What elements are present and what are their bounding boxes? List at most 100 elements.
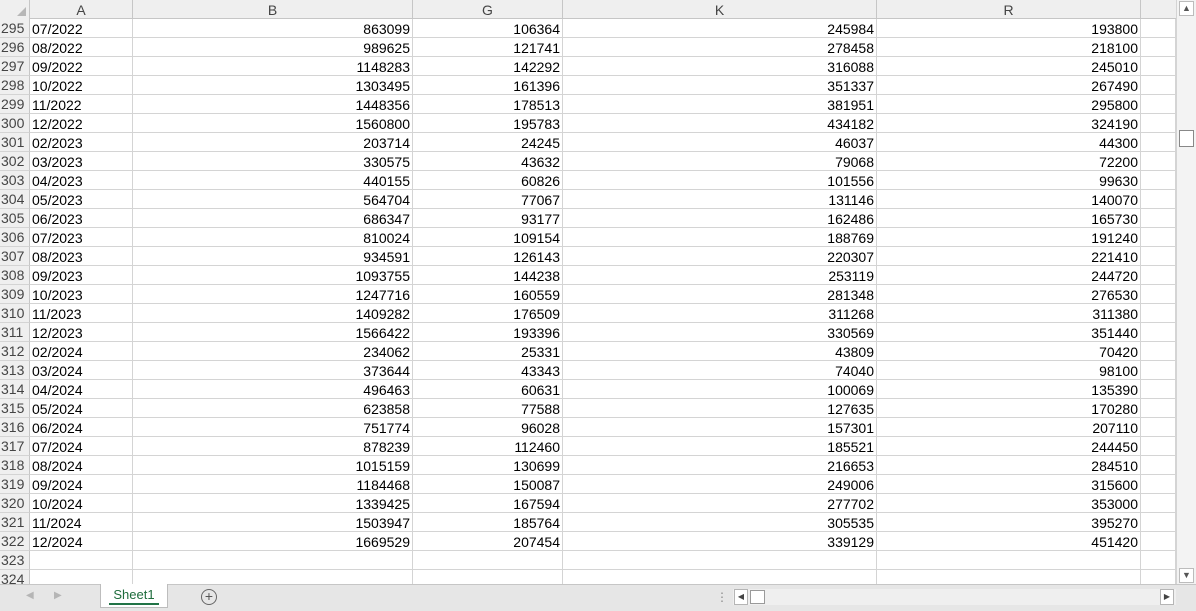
- cell-col-next[interactable]: [1141, 361, 1176, 380]
- cell-col-r[interactable]: 395270: [877, 513, 1141, 532]
- cell-col-r[interactable]: 245010: [877, 57, 1141, 76]
- cell-col-next[interactable]: [1141, 418, 1176, 437]
- cell-col-k[interactable]: 101556: [563, 171, 877, 190]
- cell-col-a[interactable]: 05/2023: [30, 190, 133, 209]
- row-header[interactable]: 315: [0, 399, 30, 418]
- cell-col-b[interactable]: 1093755: [133, 266, 413, 285]
- cell-col-a[interactable]: 12/2024: [30, 532, 133, 551]
- row-header[interactable]: 320: [0, 494, 30, 513]
- cell-col-r[interactable]: 244450: [877, 437, 1141, 456]
- cell-col-k[interactable]: [563, 551, 877, 570]
- cell-col-k[interactable]: 157301: [563, 418, 877, 437]
- cell-col-r[interactable]: 191240: [877, 228, 1141, 247]
- cell-col-g[interactable]: 185764: [413, 513, 563, 532]
- cell-col-a[interactable]: 09/2024: [30, 475, 133, 494]
- cell-col-r[interactable]: 295800: [877, 95, 1141, 114]
- cell-col-b[interactable]: 203714: [133, 133, 413, 152]
- cell-col-a[interactable]: 12/2023: [30, 323, 133, 342]
- row-header[interactable]: 308: [0, 266, 30, 285]
- cell-col-g[interactable]: 160559: [413, 285, 563, 304]
- cell-col-b[interactable]: 1448356: [133, 95, 413, 114]
- cell-col-g[interactable]: 77588: [413, 399, 563, 418]
- row-header[interactable]: 311: [0, 323, 30, 342]
- cell-col-a[interactable]: 10/2022: [30, 76, 133, 95]
- cell-col-b[interactable]: 1560800: [133, 114, 413, 133]
- cell-col-r[interactable]: 44300: [877, 133, 1141, 152]
- cell-col-k[interactable]: [563, 570, 877, 584]
- cell-col-b[interactable]: 373644: [133, 361, 413, 380]
- cell-col-a[interactable]: 02/2024: [30, 342, 133, 361]
- cell-col-g[interactable]: 96028: [413, 418, 563, 437]
- cell-col-next[interactable]: [1141, 152, 1176, 171]
- row-header[interactable]: 303: [0, 171, 30, 190]
- row-header[interactable]: 321: [0, 513, 30, 532]
- cell-col-r[interactable]: 207110: [877, 418, 1141, 437]
- cell-col-next[interactable]: [1141, 285, 1176, 304]
- cell-col-a[interactable]: 04/2024: [30, 380, 133, 399]
- cell-col-g[interactable]: 142292: [413, 57, 563, 76]
- cell-col-g[interactable]: 93177: [413, 209, 563, 228]
- cell-col-b[interactable]: [133, 551, 413, 570]
- cell-col-b[interactable]: 989625: [133, 38, 413, 57]
- row-header[interactable]: 301: [0, 133, 30, 152]
- cell-col-b[interactable]: 878239: [133, 437, 413, 456]
- cell-col-b[interactable]: 623858: [133, 399, 413, 418]
- row-header[interactable]: 318: [0, 456, 30, 475]
- cell-col-a[interactable]: 02/2023: [30, 133, 133, 152]
- cell-col-next[interactable]: [1141, 399, 1176, 418]
- cell-col-k[interactable]: 281348: [563, 285, 877, 304]
- column-header-next[interactable]: [1141, 0, 1176, 19]
- scroll-down-icon[interactable]: ▼: [1179, 568, 1194, 583]
- cell-col-k[interactable]: 185521: [563, 437, 877, 456]
- cell-col-a[interactable]: 07/2023: [30, 228, 133, 247]
- cell-col-k[interactable]: 43809: [563, 342, 877, 361]
- cell-col-g[interactable]: 121741: [413, 38, 563, 57]
- cell-col-k[interactable]: 316088: [563, 57, 877, 76]
- cell-col-b[interactable]: 1669529: [133, 532, 413, 551]
- cell-col-next[interactable]: [1141, 76, 1176, 95]
- cell-col-a[interactable]: 09/2022: [30, 57, 133, 76]
- next-sheet-icon[interactable]: ▶: [54, 590, 62, 601]
- cell-col-g[interactable]: 77067: [413, 190, 563, 209]
- row-header[interactable]: 296: [0, 38, 30, 57]
- cell-col-r[interactable]: [877, 570, 1141, 584]
- cell-col-b[interactable]: 1015159: [133, 456, 413, 475]
- cell-col-r[interactable]: 284510: [877, 456, 1141, 475]
- cell-col-next[interactable]: [1141, 57, 1176, 76]
- cell-col-g[interactable]: 60826: [413, 171, 563, 190]
- cell-col-a[interactable]: 08/2022: [30, 38, 133, 57]
- cell-col-r[interactable]: 70420: [877, 342, 1141, 361]
- cell-col-k[interactable]: 277702: [563, 494, 877, 513]
- row-header[interactable]: 302: [0, 152, 30, 171]
- cell-col-next[interactable]: [1141, 171, 1176, 190]
- cell-col-k[interactable]: 305535: [563, 513, 877, 532]
- cell-col-r[interactable]: 311380: [877, 304, 1141, 323]
- cell-col-a[interactable]: 11/2023: [30, 304, 133, 323]
- column-header-b[interactable]: B: [133, 0, 413, 19]
- row-header[interactable]: 295: [0, 19, 30, 38]
- row-header[interactable]: 316: [0, 418, 30, 437]
- column-header-k[interactable]: K: [563, 0, 877, 19]
- select-all-corner[interactable]: [0, 0, 30, 19]
- cell-col-g[interactable]: 112460: [413, 437, 563, 456]
- cell-col-g[interactable]: 176509: [413, 304, 563, 323]
- cell-col-r[interactable]: 135390: [877, 380, 1141, 399]
- scroll-up-icon[interactable]: ▲: [1179, 1, 1194, 16]
- cell-col-a[interactable]: 10/2023: [30, 285, 133, 304]
- cell-col-k[interactable]: 46037: [563, 133, 877, 152]
- row-header[interactable]: 299: [0, 95, 30, 114]
- cell-col-b[interactable]: 1148283: [133, 57, 413, 76]
- cell-col-b[interactable]: 234062: [133, 342, 413, 361]
- tab-split-handle-icon[interactable]: ⋮: [716, 590, 728, 604]
- horizontal-scrollbar[interactable]: ◀ ▶: [733, 589, 1176, 605]
- cell-col-k[interactable]: 188769: [563, 228, 877, 247]
- scroll-left-icon[interactable]: ◀: [734, 589, 748, 605]
- cell-col-a[interactable]: 12/2022: [30, 114, 133, 133]
- row-header[interactable]: 309: [0, 285, 30, 304]
- cell-col-a[interactable]: 11/2024: [30, 513, 133, 532]
- cell-col-g[interactable]: 25331: [413, 342, 563, 361]
- row-header[interactable]: 305: [0, 209, 30, 228]
- cell-col-r[interactable]: 218100: [877, 38, 1141, 57]
- row-header[interactable]: 304: [0, 190, 30, 209]
- cell-col-next[interactable]: [1141, 570, 1176, 584]
